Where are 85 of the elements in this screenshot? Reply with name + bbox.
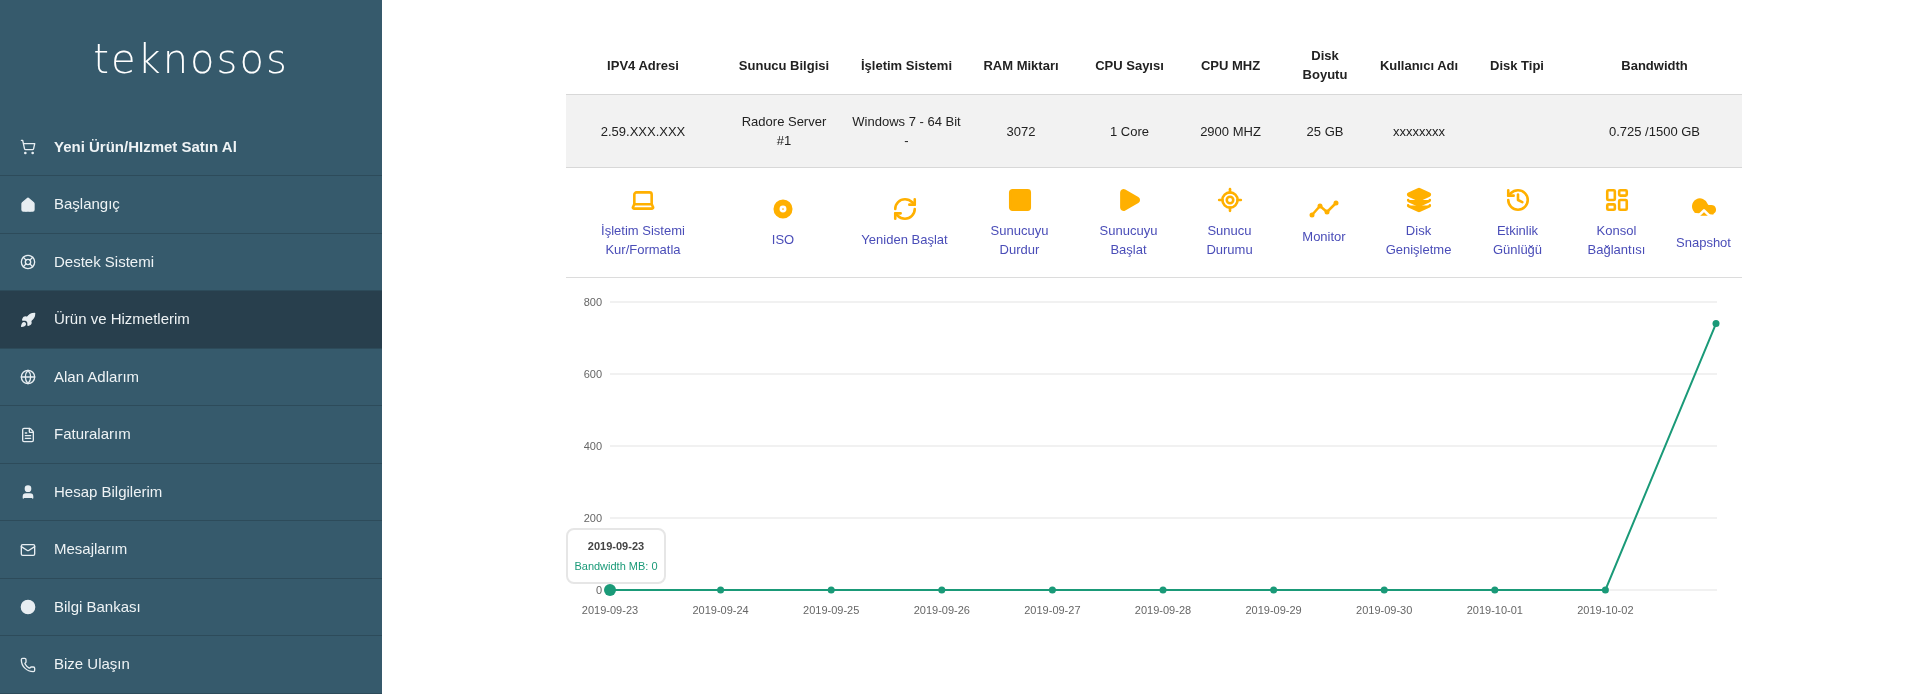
sidebar-item[interactable]: Ürün ve Hizmetlerim xyxy=(0,291,382,349)
column-header: Disk Boyutu xyxy=(1301,47,1349,84)
action-link[interactable]: Sunucuyu Durdur xyxy=(963,186,1076,259)
rocket-icon xyxy=(20,311,36,328)
x-tick-label: 2019-09-28 xyxy=(1134,604,1192,616)
column-header: CPU Sayısı xyxy=(1094,56,1165,75)
user-icon xyxy=(20,484,36,501)
x-tick-label: 2019-10-02 xyxy=(1577,604,1634,616)
action-link[interactable]: Yeniden Başlat xyxy=(846,196,963,249)
phone-icon xyxy=(20,656,36,673)
document-icon xyxy=(20,426,36,443)
action-link[interactable]: Konsol Bağlantısı xyxy=(1568,186,1665,259)
stop-icon xyxy=(1006,186,1033,213)
history-icon xyxy=(1504,186,1531,213)
action-link[interactable]: Sunucuyu Başlat xyxy=(1076,186,1181,259)
table-cell-text: 2900 MHZ xyxy=(1199,122,1262,141)
column-header: Kullanıcı Adı xyxy=(1378,56,1460,75)
table-cell-text: 1 Core xyxy=(1109,122,1150,141)
y-tick-label: 200 xyxy=(583,512,602,524)
data-point xyxy=(1380,586,1388,594)
column-header: IPV4 Adresi xyxy=(606,56,680,75)
data-point xyxy=(1491,586,1499,594)
sidebar-item[interactable]: Faturalarım xyxy=(0,406,382,464)
disc-icon xyxy=(770,196,796,222)
data-point xyxy=(1712,320,1720,328)
data-point xyxy=(1159,586,1167,594)
table-cell-text: 25 GB xyxy=(1305,122,1345,141)
sidebar-item[interactable]: Alan Adlarım xyxy=(0,348,382,407)
data-point xyxy=(1048,586,1056,594)
column-header: Bandwidth xyxy=(1620,56,1689,75)
x-tick-label: 2019-10-01 xyxy=(1466,604,1523,616)
column-header: RAM Miktarı xyxy=(982,56,1060,75)
x-tick-label: 2019-09-24 xyxy=(692,604,749,616)
home-icon xyxy=(20,196,36,213)
crosshair-icon xyxy=(1216,186,1243,213)
x-tick-label: 2019-09-27 xyxy=(1024,604,1081,616)
action-link[interactable]: Monitor xyxy=(1278,199,1370,246)
sidebar-item[interactable]: Bize Ulaşın xyxy=(0,636,382,694)
table-cell-text: 2.59.XXX.XXX xyxy=(599,122,687,141)
sidebar-item[interactable]: Mesajlarım xyxy=(0,521,382,579)
sidebar-item[interactable]: Hesap Bilgilerim xyxy=(0,463,382,522)
data-point xyxy=(938,586,946,594)
data-point xyxy=(827,586,835,594)
logo[interactable]: teknosos xyxy=(93,29,289,90)
x-tick-label: 2019-09-25 xyxy=(803,604,860,616)
tooltip-value: Bandwidth MB: 0 xyxy=(574,559,658,574)
y-tick-label: 600 xyxy=(583,368,602,380)
data-point xyxy=(1601,586,1609,594)
sidebar-item[interactable]: Yeni Ürün/HIzmet Satın Al xyxy=(0,118,382,177)
y-tick-label: 0 xyxy=(595,584,602,596)
column-header: Sunucu Bilgisi xyxy=(737,56,831,75)
x-tick-label: 2019-09-30 xyxy=(1356,604,1413,616)
layers-icon xyxy=(1405,186,1432,213)
data-point xyxy=(604,584,616,596)
refresh-icon xyxy=(891,196,918,222)
table-cell-text: 3072 xyxy=(1005,122,1037,141)
action-link[interactable]: İşletim Sistemi Kur/Formatla xyxy=(566,186,720,259)
action-link[interactable]: ISO xyxy=(720,196,846,249)
x-tick-label: 2019-09-29 xyxy=(1245,604,1302,616)
globe-icon xyxy=(20,369,36,386)
column-header: İşletim Sistemi xyxy=(859,56,953,75)
y-tick-label: 400 xyxy=(583,440,602,452)
action-link[interactable]: Disk Genişletme xyxy=(1370,186,1467,259)
action-link[interactable]: Snapshot xyxy=(1665,193,1742,252)
data-point xyxy=(717,586,725,594)
x-tick-label: 2019-09-26 xyxy=(913,604,970,616)
lifebuoy-icon xyxy=(20,254,36,271)
console-icon xyxy=(1603,186,1630,213)
y-tick-label: 800 xyxy=(583,296,602,308)
action-link[interactable]: Sunucu Durumu xyxy=(1181,186,1278,259)
x-tick-label: 2019-09-23 xyxy=(581,604,639,616)
cart-icon xyxy=(20,139,36,156)
sidebar-item[interactable]: Bilgi Bankası xyxy=(0,578,382,637)
envelope-icon xyxy=(20,541,36,558)
column-header: CPU MHZ xyxy=(1199,56,1262,75)
table-cell-text: Radore Server #1 xyxy=(740,113,828,150)
table-cell-text: xxxxxxxx xyxy=(1392,122,1446,141)
tooltip-date: 2019-09-23 xyxy=(587,538,645,554)
sidebar-item[interactable]: Başlangıç xyxy=(0,176,382,234)
line-chart-icon xyxy=(1309,199,1339,219)
column-header: Disk Tipi xyxy=(1489,56,1545,75)
table-cell-text: Windows 7 - 64 Bit - xyxy=(851,113,962,150)
action-link[interactable]: Etkinlik Günlüğü xyxy=(1467,186,1568,259)
table-cell-text: 0.725 /1500 GB xyxy=(1607,122,1702,141)
data-point xyxy=(1270,586,1278,594)
